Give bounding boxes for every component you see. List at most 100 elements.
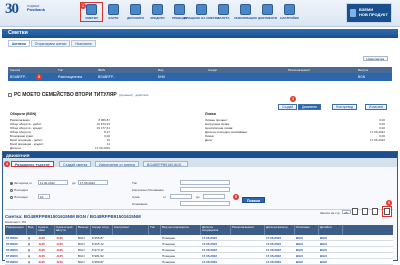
table-cell: -8.25 (38, 253, 45, 258)
page-size-label: Записи на стр. (320, 211, 341, 215)
step-badge-3: 3 (290, 96, 296, 102)
nav-item-7[interactable]: ВАЛУТА (214, 4, 233, 20)
tab-advanced-search[interactable]: Разширено търсене (11, 161, 54, 167)
bank-logo-number: 30 (5, 1, 19, 17)
grid-header-cell: Описание (295, 225, 319, 235)
step-badge-1: 1 (80, 3, 86, 9)
pdf-download-icon[interactable] (382, 206, 392, 217)
top-navigation-bar: 30 ГОДИНИ Postbank СМЕТКИ КАРТИ ДЕПОЗИТИ КР… (0, 0, 400, 27)
to-label: до (72, 181, 76, 185)
new-transfer-button[interactable]: Нов превод (332, 104, 358, 110)
grid-header-cell: Контрагент (113, 225, 149, 235)
type-select[interactable] (180, 180, 230, 185)
export-button[interactable]: Изнасяне (365, 104, 388, 110)
page-size-control: Записи на стр. 25 (320, 210, 352, 215)
nav-item-2[interactable]: КАРТИ (104, 4, 123, 20)
table-cell: BGN (78, 253, 85, 258)
page-title: Сметки (2, 29, 398, 38)
nav-item-10[interactable]: НАСТРОЙКИ (280, 4, 299, 20)
amount-label: Сума (132, 195, 140, 199)
interest-title: Лихви (205, 112, 216, 116)
table-cell: BGN (78, 241, 85, 246)
period-radio[interactable]: За период от (10, 181, 32, 185)
create-button[interactable]: Създай (278, 104, 298, 110)
table-row[interactable]: 6716000 Д -8.25 -8.25 BGN 8 989.87 Плащане 17.0… (5, 259, 393, 265)
table-cell: Плащане (162, 235, 176, 240)
nav-item-4[interactable]: КРЕДИТИ (148, 4, 167, 20)
nav-label: КРЕДИТИ (150, 16, 165, 20)
table-cell: -8.25 (56, 253, 63, 258)
grid-header-cell: Сума в ориг. валута (55, 225, 77, 235)
currency-icon (218, 4, 229, 15)
table-cell: 17.06.2022 (202, 253, 218, 258)
interest-row: Дата: 17.06.2022 (205, 138, 385, 142)
account-tabs: Активни Оторизирани сметки Неактивни (8, 40, 96, 47)
date-to-field[interactable]: 17.06.2022 (78, 180, 108, 185)
table-cell[interactable]: 6716000 (5, 254, 27, 258)
table-cell: Д (28, 247, 31, 252)
table-cell: 8 965.12 (92, 241, 104, 246)
nav-label: СМЕТКИ (85, 16, 98, 20)
table-cell: 17.06.2022 (202, 235, 218, 240)
tab-create-account[interactable]: Създай сметка (59, 161, 92, 167)
cards-icon (108, 4, 119, 15)
table-cell: BGN (296, 241, 303, 246)
print-icon[interactable] (352, 208, 358, 215)
current-radio[interactable]: Последна (10, 188, 28, 192)
tab-inactive[interactable]: Неактивни (71, 40, 96, 47)
account-change-link[interactable]: (промени) · действия (119, 93, 149, 97)
deposits-icon (130, 4, 141, 15)
table-cell: -8.25 (56, 235, 63, 240)
grid-header-cell: Тип (149, 225, 161, 235)
last-label: Последни (14, 195, 28, 199)
tab-authorized[interactable]: Оторизирани сметки (30, 40, 71, 47)
grid-header-cell: Вид (27, 225, 37, 235)
purpose-field[interactable] (180, 201, 230, 206)
nav-item-3[interactable]: ДЕПОЗИТИ (126, 4, 145, 20)
last-count-field[interactable]: 10 (38, 194, 50, 199)
table-cell: 17.06.2022 (266, 241, 282, 246)
grid-header-cell: Референция (5, 225, 27, 235)
table-cell[interactable]: 6716000 (5, 248, 27, 252)
table-cell: Д (28, 235, 31, 240)
nav-item-9[interactable]: ДОКУМЕНТИ (258, 4, 277, 20)
excel-icon[interactable] (362, 208, 368, 215)
grid-header-cell: Сума в лева (37, 225, 55, 235)
table-cell[interactable]: BGN (319, 248, 343, 252)
amount-to-field[interactable] (203, 194, 225, 199)
row-account[interactable]: BG48RFP... (8, 75, 58, 79)
tab-active[interactable]: Активни (8, 40, 30, 47)
table-cell[interactable]: BGN (319, 236, 343, 240)
favorite-checkbox[interactable] (8, 93, 12, 97)
nav-item-6[interactable]: ПЛАЩАНЕ НА СМЕТКИ (184, 4, 219, 20)
counterparty-field[interactable] (180, 187, 230, 192)
new-product-button[interactable]: ВЗЕМИ НОВ ПРОДУКТ (346, 3, 392, 23)
page-size-select[interactable]: 25 (342, 210, 352, 215)
new-account-button[interactable]: Нова сметка (362, 56, 388, 61)
purpose-label: Основание (132, 202, 148, 206)
nav-item-8[interactable]: ИНФОРМАЦИЯ (234, 4, 257, 20)
tab-account-iban[interactable]: BG48RFPB91501615... (143, 161, 188, 167)
col-balance: Салдо (208, 68, 218, 72)
tab-statement[interactable]: Извлечение от сметка (95, 161, 139, 167)
last-radio[interactable]: Последни (10, 195, 28, 199)
movements-button[interactable]: Движения (298, 104, 321, 110)
amount-from-field[interactable] (170, 194, 192, 199)
table-cell[interactable]: BGN (319, 254, 343, 258)
selected-account-row[interactable]: BG48RFP... Разплащателна BG48RFP... БНИ … (8, 73, 392, 81)
show-button[interactable]: Покажи (242, 197, 265, 203)
table-cell[interactable]: 6716000 (5, 242, 27, 246)
csv-icon[interactable] (372, 208, 378, 215)
turnover-value: 17.06.2022 (94, 146, 110, 150)
col-kind: Вид (158, 68, 164, 72)
table-cell[interactable]: 6716000 (5, 236, 27, 240)
date-from-field[interactable]: 11.06.2022 (38, 180, 68, 185)
account-title: РС МОЕТО СЕМЕЙСТВО ВТОРИ ТИТУЛЯР (14, 92, 117, 98)
table-cell: BGN (78, 235, 85, 240)
table-cell[interactable]: BGN (319, 242, 343, 246)
nav-label: ИНФОРМАЦИЯ (234, 16, 257, 20)
table-cell: -8.25 (38, 235, 45, 240)
promo-line-2: НОВ ПРОДУКТ (359, 12, 388, 17)
row-type: Разплащателна (58, 75, 83, 79)
nav-label: НАСТРОЙКИ (280, 16, 299, 20)
